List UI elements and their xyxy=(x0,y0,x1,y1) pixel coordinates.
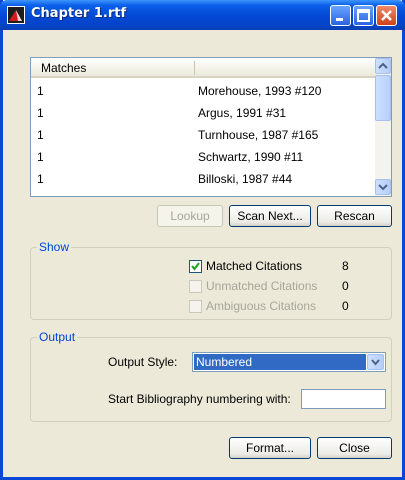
matched-citations-label[interactable]: Matched Citations xyxy=(206,259,302,273)
lookup-button[interactable]: Lookup xyxy=(157,205,223,227)
matches-header[interactable]: Matches xyxy=(31,58,376,78)
ambiguous-citations-label[interactable]: Ambiguous Citations xyxy=(206,299,316,313)
matched-citations-checkbox[interactable] xyxy=(189,260,202,273)
output-style-select[interactable]: Numbered xyxy=(192,352,386,372)
show-group-label: Show xyxy=(37,240,72,254)
list-item[interactable]: 1 Turnhouse, 1987 #165 xyxy=(31,124,376,146)
output-style-value[interactable]: Numbered xyxy=(194,354,366,370)
close-button[interactable]: Close xyxy=(317,437,392,459)
match-count: 1 xyxy=(37,150,44,164)
maximize-button[interactable] xyxy=(353,5,374,26)
list-item[interactable]: 1 Morehouse, 1993 #120 xyxy=(31,80,376,102)
numbering-label: Start Bibliography numbering with: xyxy=(108,392,291,406)
citation-label: Schwartz, 1990 #11 xyxy=(198,150,304,164)
match-count: 1 xyxy=(37,172,44,186)
column-divider[interactable] xyxy=(194,61,195,75)
match-count: 1 xyxy=(37,84,44,98)
list-item[interactable]: 1 Billoski, 1987 #44 xyxy=(31,168,376,190)
citation-label: Billoski, 1987 #44 xyxy=(198,172,293,186)
scroll-up-button[interactable] xyxy=(375,58,391,74)
minimize-button[interactable] xyxy=(330,5,351,26)
match-count: 1 xyxy=(37,106,44,120)
list-item[interactable]: 1 Schwartz, 1990 #11 xyxy=(31,146,376,168)
matches-list[interactable]: Matches 1 Morehouse, 1993 #120 1 Argus, … xyxy=(30,57,392,197)
vertical-scrollbar[interactable] xyxy=(375,58,391,196)
format-button[interactable]: Format... xyxy=(229,437,311,459)
title-bar[interactable]: Chapter 1.rtf xyxy=(0,0,405,30)
scan-next-button[interactable]: Scan Next... xyxy=(229,205,311,227)
citation-label: Morehouse, 1993 #120 xyxy=(198,84,322,98)
match-count: 1 xyxy=(37,128,44,142)
output-group: Output xyxy=(30,330,392,422)
numbering-start-input[interactable] xyxy=(301,389,386,409)
dropdown-button[interactable] xyxy=(367,354,384,370)
output-group-label: Output xyxy=(37,330,78,344)
chevron-up-icon xyxy=(378,62,388,69)
checkmark-icon xyxy=(191,262,200,271)
citation-label: Turnhouse, 1987 #165 xyxy=(198,128,319,142)
ambiguous-citations-count: 0 xyxy=(342,299,349,313)
app-icon xyxy=(7,6,25,24)
unmatched-citations-label[interactable]: Unmatched Citations xyxy=(206,279,317,293)
matches-column-header[interactable]: Matches xyxy=(41,61,86,75)
window-title: Chapter 1.rtf xyxy=(31,6,127,21)
citation-label: Argus, 1991 #31 xyxy=(198,106,287,120)
close-window-button[interactable] xyxy=(376,5,397,26)
dialog-window: Chapter 1.rtf Matches 1 Morehouse, 1993 … xyxy=(0,0,405,480)
unmatched-citations-count: 0 xyxy=(342,279,349,293)
output-style-label: Output Style: xyxy=(108,355,178,369)
list-item[interactable]: 1 Argus, 1991 #31 xyxy=(31,102,376,124)
chevron-down-icon xyxy=(378,184,388,191)
ambiguous-citations-checkbox[interactable] xyxy=(189,300,202,313)
matched-citations-count: 8 xyxy=(342,259,349,273)
rescan-button[interactable]: Rescan xyxy=(317,205,392,227)
scroll-down-button[interactable] xyxy=(375,179,391,195)
scroll-thumb[interactable] xyxy=(375,75,391,121)
unmatched-citations-checkbox[interactable] xyxy=(189,280,202,293)
chevron-down-icon xyxy=(371,359,380,366)
